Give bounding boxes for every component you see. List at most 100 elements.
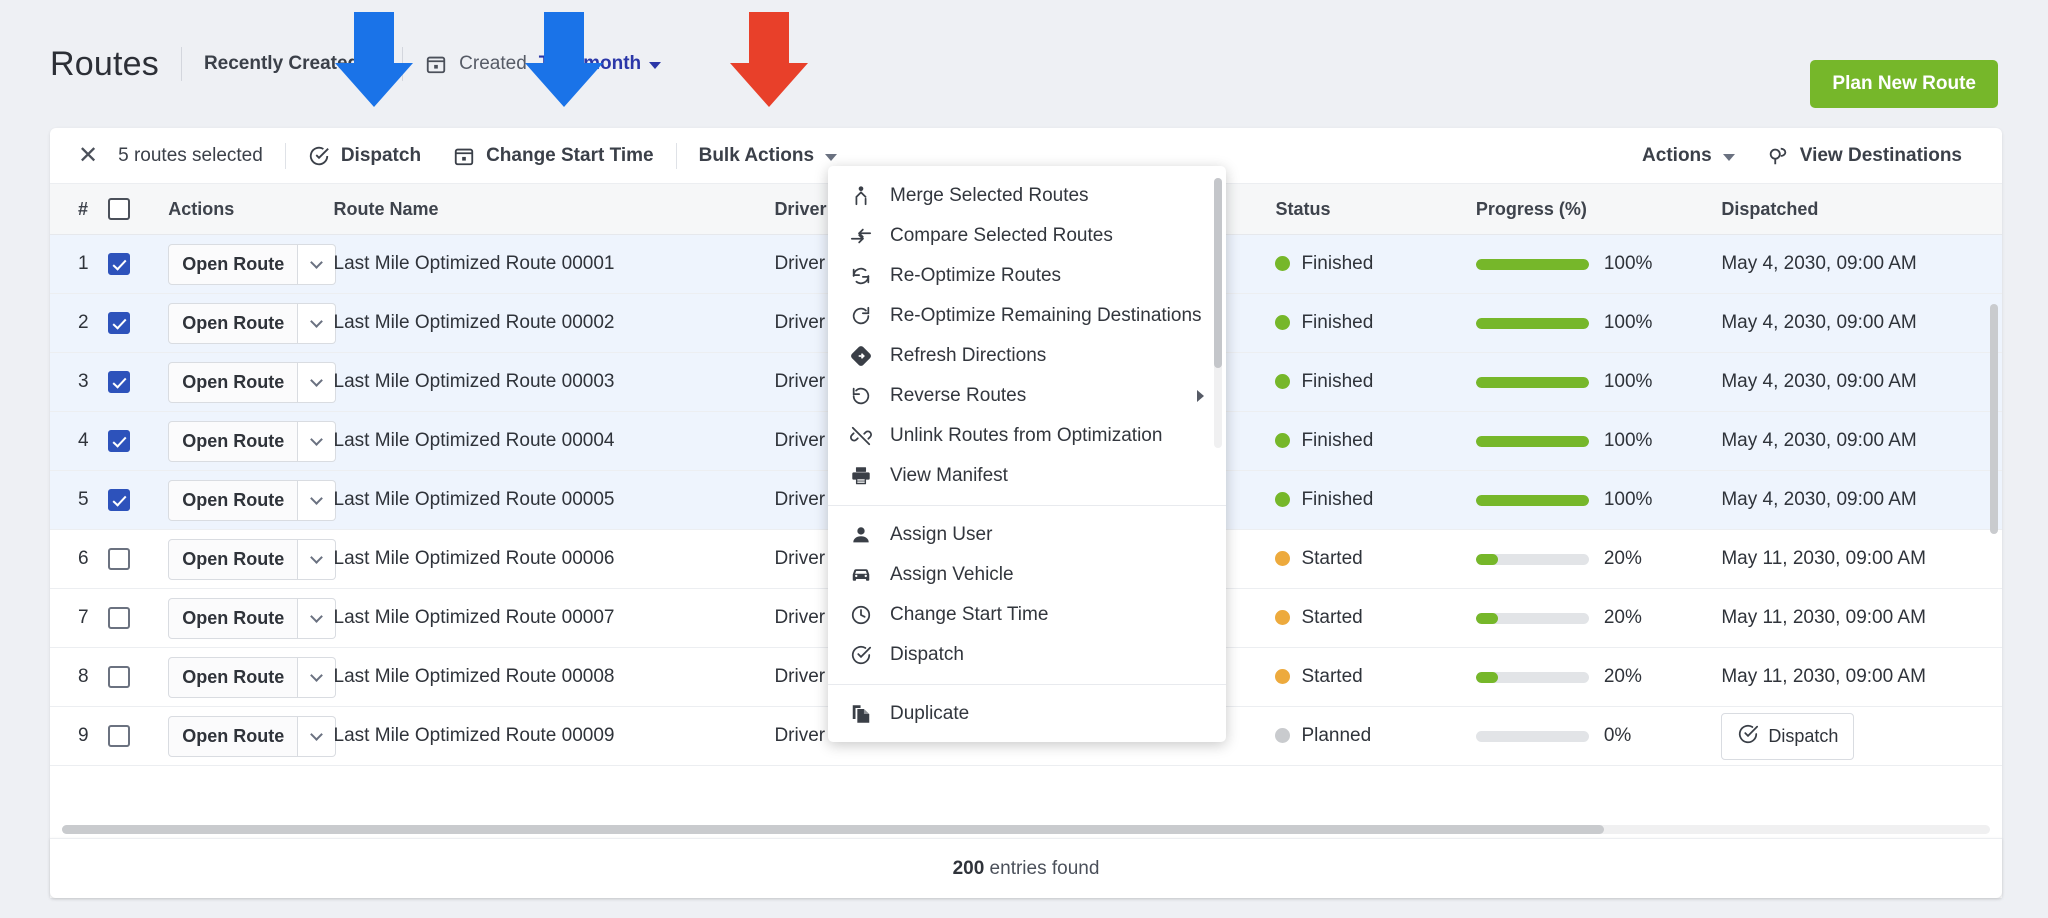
close-icon[interactable]: ✕	[74, 143, 102, 168]
row-actions-cell[interactable]: Open Route	[168, 352, 337, 413]
route-name-cell[interactable]: Last Mile Optimized Route 00005	[333, 470, 775, 531]
route-name-cell[interactable]: Last Mile Optimized Route 00007	[333, 588, 775, 649]
scrollbar-thumb[interactable]	[1990, 304, 1998, 534]
open-route-split-button[interactable]: Open Route	[168, 302, 337, 344]
route-name-cell[interactable]: Last Mile Optimized Route 00004	[333, 411, 775, 472]
menu-item-unlink-routes-from-optimization[interactable]: Unlink Routes from Optimization	[828, 416, 1226, 456]
row-actions-cell[interactable]: Open Route	[168, 588, 337, 649]
open-route-split-button[interactable]: Open Route	[168, 361, 337, 403]
row-checkbox[interactable]	[108, 489, 131, 512]
open-route-split-button[interactable]: Open Route	[168, 597, 337, 639]
row-select-cell[interactable]	[108, 706, 169, 767]
select-all-checkbox[interactable]	[108, 198, 131, 221]
open-route-button[interactable]: Open Route	[168, 597, 299, 639]
open-route-dropdown-toggle[interactable]	[298, 361, 337, 403]
column-header-route-name[interactable]: Route Name	[333, 184, 775, 236]
row-actions-cell[interactable]: Open Route	[168, 470, 337, 531]
open-route-split-button[interactable]: Open Route	[168, 538, 337, 580]
open-route-split-button[interactable]: Open Route	[168, 715, 337, 757]
open-route-button[interactable]: Open Route	[168, 243, 299, 285]
menu-item-dispatch[interactable]: Dispatch	[828, 635, 1226, 675]
row-select-cell[interactable]	[108, 529, 169, 590]
dispatch-button[interactable]: Dispatch	[292, 145, 437, 167]
route-name-cell[interactable]: Last Mile Optimized Route 00009	[333, 706, 775, 767]
row-select-cell[interactable]	[108, 234, 169, 295]
menu-item-re-optimize-remaining-destinations[interactable]: Re-Optimize Remaining Destinations	[828, 296, 1226, 336]
menu-item-change-start-time[interactable]: Change Start Time	[828, 595, 1226, 635]
row-actions-cell[interactable]: Open Route	[168, 647, 337, 708]
row-actions-cell[interactable]: Open Route	[168, 293, 337, 354]
column-header-progress[interactable]: Progress (%)	[1475, 184, 1722, 236]
open-route-button[interactable]: Open Route	[168, 715, 299, 757]
column-header-select-all[interactable]	[108, 184, 169, 236]
row-checkbox[interactable]	[108, 253, 131, 276]
row-checkbox[interactable]	[108, 607, 131, 630]
row-checkbox[interactable]	[108, 548, 131, 571]
view-destinations-button[interactable]: View Destinations	[1751, 145, 1978, 167]
menu-item-assign-vehicle[interactable]: Assign Vehicle	[828, 555, 1226, 595]
calendar-icon	[453, 145, 475, 167]
row-select-cell[interactable]	[108, 352, 169, 413]
row-select-cell[interactable]	[108, 293, 169, 354]
open-route-button[interactable]: Open Route	[168, 361, 299, 403]
row-actions-cell[interactable]: Open Route	[168, 706, 337, 767]
route-name-cell[interactable]: Last Mile Optimized Route 00008	[333, 647, 775, 708]
row-actions-cell[interactable]: Open Route	[168, 411, 337, 472]
bulk-actions-menu[interactable]: Merge Selected Routes Compare Selected Ro…	[828, 166, 1226, 742]
row-select-cell[interactable]	[108, 411, 169, 472]
open-route-button[interactable]: Open Route	[168, 302, 299, 344]
menu-item-view-manifest[interactable]: View Manifest	[828, 456, 1226, 496]
row-checkbox[interactable]	[108, 312, 131, 335]
scrollbar-thumb[interactable]	[62, 824, 1605, 834]
row-dispatch-button[interactable]: Dispatch	[1721, 712, 1855, 760]
row-actions-cell[interactable]: Open Route	[168, 234, 337, 295]
menu-item-compare-selected-routes[interactable]: Compare Selected Routes	[828, 216, 1226, 256]
open-route-dropdown-toggle[interactable]	[298, 597, 337, 639]
open-route-dropdown-toggle[interactable]	[298, 715, 337, 757]
open-route-button[interactable]: Open Route	[168, 656, 299, 698]
column-header-actions[interactable]: Actions	[168, 184, 334, 236]
open-route-dropdown-toggle[interactable]	[298, 420, 337, 462]
column-header-dispatched[interactable]: Dispatched	[1721, 184, 2002, 236]
row-select-cell[interactable]	[108, 470, 169, 531]
open-route-dropdown-toggle[interactable]	[298, 302, 337, 344]
row-actions-cell[interactable]: Open Route	[168, 529, 337, 590]
row-checkbox[interactable]	[108, 430, 131, 453]
open-route-dropdown-toggle[interactable]	[298, 243, 337, 285]
menu-item-merge-selected-routes[interactable]: Merge Selected Routes	[828, 176, 1226, 216]
open-route-button[interactable]: Open Route	[168, 479, 299, 521]
plan-new-route-button[interactable]: Plan New Route	[1810, 60, 1998, 108]
open-route-dropdown-toggle[interactable]	[298, 479, 337, 521]
row-select-cell[interactable]	[108, 647, 169, 708]
menu-item-assign-user[interactable]: Assign User	[828, 515, 1226, 555]
row-checkbox[interactable]	[108, 725, 131, 748]
menu-item-refresh-directions[interactable]: Refresh Directions	[828, 336, 1226, 376]
open-route-dropdown-toggle[interactable]	[298, 538, 337, 580]
open-route-split-button[interactable]: Open Route	[168, 243, 337, 285]
open-route-button[interactable]: Open Route	[168, 420, 299, 462]
table-vertical-scrollbar[interactable]	[1990, 304, 1998, 724]
actions-dropdown[interactable]: Actions	[1626, 145, 1751, 167]
route-name-cell[interactable]: Last Mile Optimized Route 00006	[333, 529, 775, 590]
route-name-cell[interactable]: Last Mile Optimized Route 00002	[333, 293, 775, 354]
menu-item-re-optimize-routes[interactable]: Re-Optimize Routes	[828, 256, 1226, 296]
open-route-dropdown-toggle[interactable]	[298, 656, 337, 698]
row-select-cell[interactable]	[108, 588, 169, 649]
open-route-split-button[interactable]: Open Route	[168, 656, 337, 698]
change-start-time-button[interactable]: Change Start Time	[437, 145, 670, 167]
open-route-button[interactable]: Open Route	[168, 538, 299, 580]
row-number: 6	[50, 529, 109, 590]
menu-item-label: Assign Vehicle	[890, 564, 1014, 585]
route-name-cell[interactable]: Last Mile Optimized Route 00001	[333, 234, 775, 295]
open-route-split-button[interactable]: Open Route	[168, 479, 337, 521]
column-header-number[interactable]: #	[50, 184, 109, 236]
row-checkbox[interactable]	[108, 666, 131, 689]
route-name-cell[interactable]: Last Mile Optimized Route 00003	[333, 352, 775, 413]
table-horizontal-scrollbar[interactable]	[50, 820, 2002, 838]
bulk-actions-dropdown[interactable]: Bulk Actions	[683, 145, 853, 167]
menu-item-reverse-routes[interactable]: Reverse Routes	[828, 376, 1226, 416]
open-route-split-button[interactable]: Open Route	[168, 420, 337, 462]
column-header-status[interactable]: Status	[1275, 184, 1476, 236]
menu-item-duplicate[interactable]: Duplicate	[828, 694, 1226, 734]
row-checkbox[interactable]	[108, 371, 131, 394]
